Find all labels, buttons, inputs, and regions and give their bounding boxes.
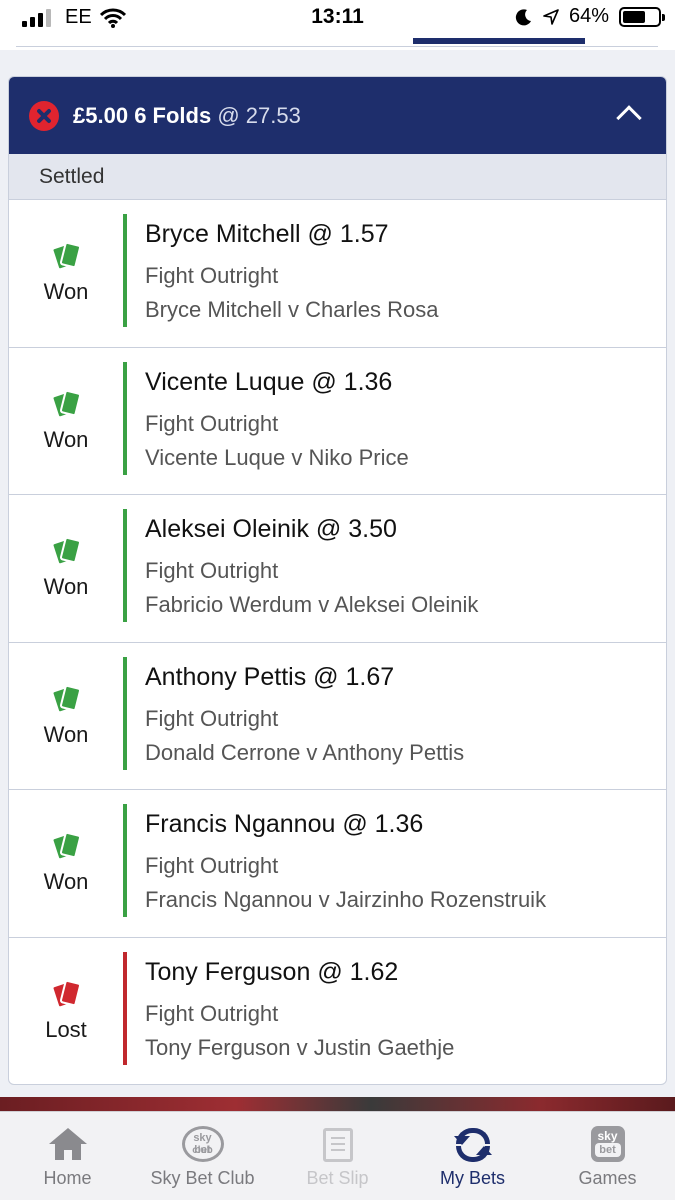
result-indicator xyxy=(123,509,127,622)
selection-market: Fight Outright xyxy=(145,853,279,878)
bet-type: 6 Folds xyxy=(134,103,212,128)
nav-label: Home xyxy=(43,1168,92,1188)
selection-event: Bryce Mitchell v Charles Rosa xyxy=(145,297,439,322)
result-indicator xyxy=(123,804,127,917)
result-column: Won xyxy=(9,643,123,790)
bet-summary: £5.00 6 Folds @ 27.53 xyxy=(73,103,301,129)
result-label: Won xyxy=(43,574,89,600)
selection-name: Bryce Mitchell @ 1.57 xyxy=(145,220,389,248)
bottom-nav: Home sky bet club Sky Bet Club Bet Slip … xyxy=(0,1111,675,1200)
result-label: Won xyxy=(43,869,89,895)
selection-name: Tony Ferguson @ 1.62 xyxy=(145,957,399,986)
nav-label: Bet Slip xyxy=(306,1168,369,1188)
selection-row[interactable]: Won Vicente Luque @ 1.36 Fight Outright Vic… xyxy=(9,348,666,495)
nav-label: Sky Bet Club xyxy=(150,1168,255,1188)
bet-odds: @ 27.53 xyxy=(217,103,301,128)
selection-market: Fight Outright xyxy=(145,1000,279,1026)
status-bar: EE 13:11 64% xyxy=(0,0,675,36)
selection-market: Fight Outright xyxy=(145,558,279,583)
selection-event: Tony Ferguson v Justin Gaethje xyxy=(145,1034,455,1060)
result-label: Lost xyxy=(45,1017,87,1043)
selection-market: Fight Outright xyxy=(145,263,279,288)
sky-bet-club-icon: sky bet club xyxy=(181,1126,224,1162)
bet-stake: £5.00 xyxy=(73,103,129,128)
games-icon: sky bet xyxy=(590,1126,625,1162)
bet-slip-icon xyxy=(322,1128,353,1162)
selection-name: Aleksei Oleinik @ 3.50 xyxy=(145,515,397,543)
selection-row[interactable]: Won Anthony Pettis @ 1.67 Fight Outright Do… xyxy=(9,643,666,790)
active-tab-indicator xyxy=(413,38,585,44)
result-column: Won xyxy=(9,495,123,642)
selection-name: Vicente Luque @ 1.36 xyxy=(145,367,393,396)
selection-name: Francis Ngannou @ 1.36 xyxy=(145,810,424,838)
location-arrow-icon xyxy=(543,8,559,25)
my-bets-icon xyxy=(453,1128,492,1162)
won-cards-icon xyxy=(50,389,82,421)
selection-market: Fight Outright xyxy=(145,705,279,731)
nav-my-bets[interactable]: My Bets xyxy=(405,1112,540,1200)
won-cards-icon xyxy=(50,684,82,716)
bet-header[interactable]: £5.00 6 Folds @ 27.53 xyxy=(9,77,666,154)
result-column: Lost xyxy=(9,938,123,1085)
won-cards-icon xyxy=(50,536,82,568)
result-column: Won xyxy=(9,790,123,937)
result-indicator xyxy=(123,656,127,770)
won-cards-icon xyxy=(50,831,82,863)
tabs-divider xyxy=(16,46,658,47)
settled-label: Settled xyxy=(9,154,666,200)
home-icon xyxy=(48,1128,87,1160)
result-column: Won xyxy=(9,200,123,347)
result-label: Won xyxy=(43,279,89,305)
won-cards-icon xyxy=(50,241,82,273)
promo-banner[interactable] xyxy=(0,1097,675,1111)
selection-row[interactable]: Lost Tony Ferguson @ 1.62 Fight Outright To… xyxy=(9,938,666,1085)
nav-label: Games xyxy=(578,1168,637,1188)
result-indicator xyxy=(123,214,127,327)
chevron-up-icon[interactable] xyxy=(616,105,642,131)
selection-event: Donald Cerrone v Anthony Pettis xyxy=(145,739,465,765)
selection-event: Vicente Luque v Niko Price xyxy=(145,444,409,470)
selection-event: Francis Ngannou v Jairzinho Rozenstruik xyxy=(145,887,547,912)
nav-sky-bet-club[interactable]: sky bet club Sky Bet Club xyxy=(135,1112,270,1200)
result-indicator xyxy=(123,361,127,475)
nav-games[interactable]: sky bet Games xyxy=(540,1112,675,1200)
selection-name: Anthony Pettis @ 1.67 xyxy=(145,662,395,691)
selection-row[interactable]: Won Bryce Mitchell @ 1.57 Fight Outright Br… xyxy=(9,200,666,348)
battery-icon xyxy=(619,6,665,27)
nav-label: My Bets xyxy=(439,1168,505,1188)
lost-status-icon xyxy=(29,101,59,131)
result-column: Won xyxy=(9,348,123,495)
lost-cards-icon xyxy=(50,979,82,1011)
result-indicator xyxy=(123,951,127,1065)
nav-home[interactable]: Home xyxy=(0,1112,135,1200)
nav-bet-slip[interactable]: Bet Slip xyxy=(270,1112,405,1200)
selection-row[interactable]: Won Francis Ngannou @ 1.36 Fight Outright F… xyxy=(9,790,666,938)
moon-icon xyxy=(515,8,531,25)
selection-event: Fabricio Werdum v Aleksei Oleinik xyxy=(145,592,479,617)
result-label: Won xyxy=(43,426,89,452)
selection-market: Fight Outright xyxy=(145,410,279,436)
battery-percent: 64% xyxy=(568,5,609,27)
selection-row[interactable]: Won Aleksei Oleinik @ 3.50 Fight Outright F… xyxy=(9,495,666,643)
result-label: Won xyxy=(43,721,89,747)
bet-card: £5.00 6 Folds @ 27.53 Settled Won Bryce M… xyxy=(8,76,667,1085)
